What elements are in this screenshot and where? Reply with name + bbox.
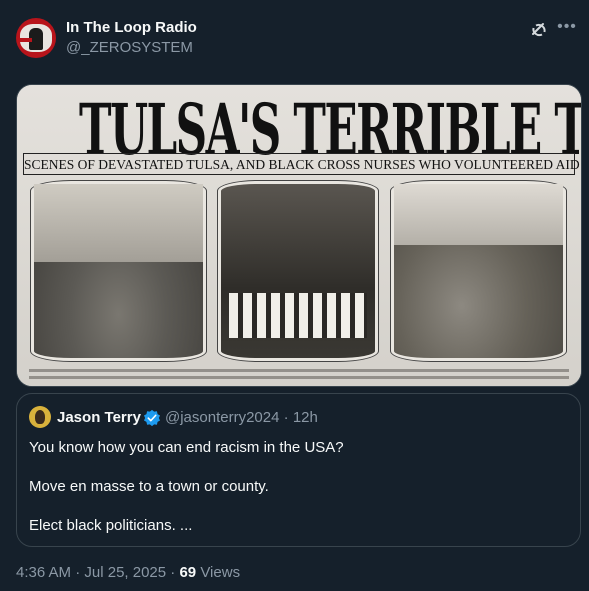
views-label: Views: [200, 564, 241, 581]
quoted-post-text: You know how you can end racism in the U…: [29, 438, 569, 555]
quoted-author-handle-time: @jasonterry2024 · 12h: [165, 409, 318, 426]
newspaper-caption-line: [29, 369, 569, 372]
newspaper-clipping: TULSA'S TERRIBLE TALE IS TOLD SCENES OF …: [17, 85, 581, 386]
quoted-post-paragraph: You know how you can end racism in the U…: [29, 439, 344, 456]
grok-icon[interactable]: [529, 20, 549, 40]
newspaper-subhead-box: SCENES OF DEVASTATED TULSA, AND BLACK CR…: [23, 153, 580, 175]
author-avatar[interactable]: [16, 18, 56, 58]
author-handle[interactable]: @_ZEROSYSTEM: [66, 39, 193, 56]
quoted-author-name: Jason Terry: [57, 409, 141, 426]
newspaper-subhead: SCENES OF DEVASTATED TULSA, AND BLACK CR…: [24, 157, 580, 172]
quoted-post[interactable]: Jason Terry @jasonterry2024 · 12h You kn…: [16, 393, 581, 547]
post-image[interactable]: TULSA'S TERRIBLE TALE IS TOLD SCENES OF …: [16, 84, 582, 387]
post-header: In The Loop Radio @_ZEROSYSTEM •••: [16, 14, 577, 60]
post-time[interactable]: 4:36 AM: [16, 564, 71, 581]
verified-badge-icon: [143, 409, 161, 427]
views-count: 69: [179, 564, 197, 581]
more-icon[interactable]: •••: [557, 19, 577, 40]
newspaper-photo-rubble: [390, 180, 567, 362]
newspaper-photo-ruins: [30, 180, 207, 362]
newspaper-photo-nurses: [217, 180, 379, 362]
post-date[interactable]: Jul 25, 2025: [84, 564, 166, 581]
quoted-post-paragraph: Move en masse to a town or county.: [29, 478, 269, 495]
post-meta: 4:36 AM · Jul 25, 2025 · 69 Views: [16, 564, 241, 581]
quoted-post-paragraph: Elect black politicians. ...: [29, 517, 193, 534]
quoted-author-avatar: [29, 406, 51, 428]
author-display-name[interactable]: In The Loop Radio: [66, 19, 197, 36]
newspaper-caption-line: [29, 376, 569, 379]
